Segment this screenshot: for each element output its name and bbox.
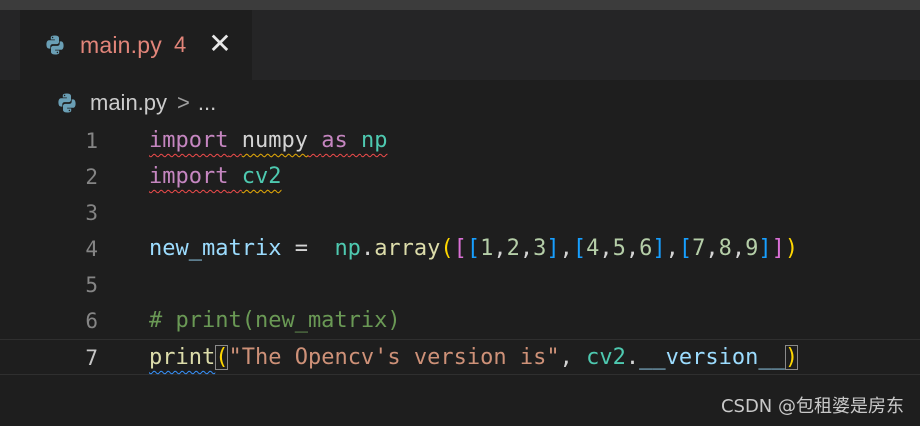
token: cv2 (586, 345, 626, 370)
token: 8 (718, 236, 732, 261)
token: , (519, 236, 534, 261)
token: [ (453, 236, 467, 261)
token: ) (784, 345, 799, 370)
token: , (665, 236, 679, 261)
line-content[interactable]: import numpy as np (149, 123, 387, 159)
line-content[interactable]: import cv2 (149, 159, 281, 195)
close-icon[interactable]: ✕ (208, 30, 231, 58)
token: , (731, 236, 746, 261)
code-line[interactable]: 5 (0, 267, 920, 303)
watermark: CSDN @包租婆是房东 (720, 396, 904, 417)
token: new_matrix (149, 236, 282, 261)
token: 6 (639, 236, 653, 261)
token: ] (758, 236, 772, 261)
line-number: 6 (85, 309, 98, 333)
token: [ (466, 236, 481, 261)
line-content[interactable]: new_matrix = np.array([[1,2,3],[4,5,6],[… (149, 231, 798, 267)
code-line[interactable]: 4 new_matrix = np.array([[1,2,3],[4,5,6]… (0, 231, 920, 267)
line-content[interactable]: print("The Opencv's version is", cv2.__v… (149, 340, 799, 376)
token: print (149, 345, 216, 370)
editor-tab-bar: main.py 4 ✕ (0, 0, 920, 80)
line-number: 3 (85, 201, 98, 225)
code-line[interactable]: 2 import cv2 (0, 159, 920, 195)
code-line[interactable]: 3 (0, 195, 920, 231)
token: ] (652, 236, 666, 261)
line-number: 4 (85, 237, 98, 261)
line-number: 2 (85, 165, 98, 189)
token: , (559, 345, 587, 370)
breadcrumb-symbols[interactable]: ... (198, 90, 216, 116)
token: ) (784, 236, 799, 261)
code-line[interactable]: 6 # print(new_matrix) (0, 303, 920, 339)
token: 1 (480, 236, 494, 261)
token: [ (678, 236, 693, 261)
code-line[interactable]: 1 import numpy as np (0, 123, 920, 159)
line-number: 5 (85, 273, 98, 297)
token: [ (572, 236, 587, 261)
code-line-active[interactable]: 7 print("The Opencv's version is", cv2._… (0, 339, 920, 375)
line-content[interactable]: # print(new_matrix) (149, 303, 401, 339)
token: = (281, 236, 335, 261)
token: as (321, 128, 348, 153)
token: ] (546, 236, 560, 261)
token: 3 (533, 236, 547, 261)
problem-count-badge: 4 (173, 32, 187, 57)
token: , (493, 236, 507, 261)
token: __version__ (639, 345, 785, 370)
token: , (599, 236, 613, 261)
tab-main-py[interactable]: main.py 4 ✕ (20, 10, 252, 80)
token: 9 (745, 236, 759, 261)
token: np (334, 236, 361, 261)
line-number: 7 (85, 346, 98, 370)
code-editor[interactable]: 1 import numpy as np 2 import cv2 3 4 ne… (0, 123, 920, 375)
token: , (705, 236, 719, 261)
token: numpy (241, 128, 308, 153)
token: ( (215, 345, 229, 370)
token: . (625, 345, 640, 370)
line-number: 1 (85, 129, 98, 153)
token: 2 (506, 236, 520, 261)
token: . (360, 236, 375, 261)
breadcrumb: main.py > ... (56, 88, 216, 118)
token: , (625, 236, 640, 261)
python-icon (44, 34, 66, 56)
token: import (149, 164, 229, 189)
token: 5 (612, 236, 626, 261)
chevron-right-icon: > (177, 90, 190, 115)
python-icon (56, 92, 78, 114)
token: import (149, 128, 229, 153)
token: "The Opencv's version is" (228, 345, 560, 370)
token: 4 (586, 236, 600, 261)
token: cv2 (241, 164, 282, 189)
tab-filename: main.py (80, 31, 162, 58)
token: ] (771, 236, 785, 261)
token: np (360, 128, 388, 153)
breadcrumb-file[interactable]: main.py (90, 90, 167, 116)
comment-token: # print(new_matrix) (149, 308, 401, 333)
token: array (374, 236, 441, 261)
token: 7 (692, 236, 706, 261)
token: ( (440, 236, 454, 261)
token: , (559, 236, 573, 261)
